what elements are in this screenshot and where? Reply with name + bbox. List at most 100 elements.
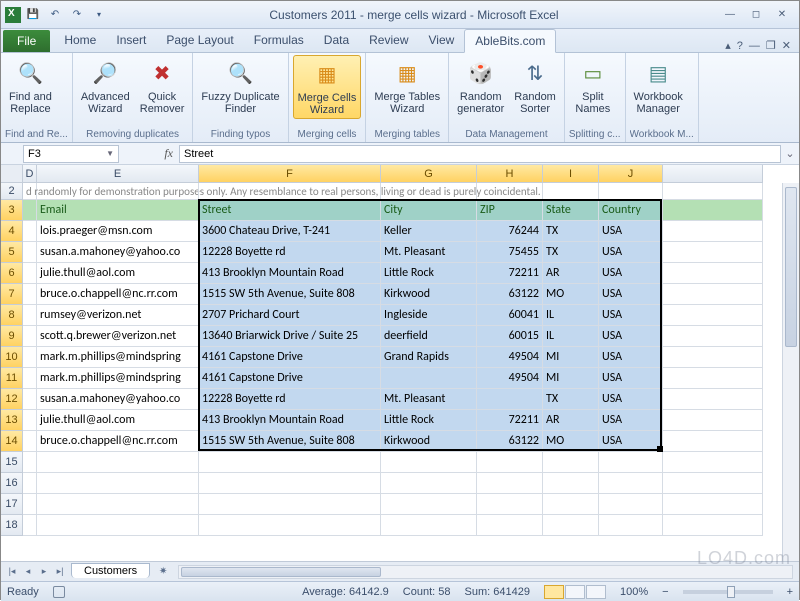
tab-page-layout[interactable]: Page Layout [156,29,243,52]
cell[interactable]: Country [599,200,663,221]
merge-tables-button[interactable]: ▦Merge TablesWizard [370,55,444,117]
row-header-10[interactable]: 10 [1,347,23,368]
help-icon[interactable]: ? [737,40,743,52]
zoom-level[interactable]: 100% [620,586,648,598]
cell[interactable]: USA [599,242,663,263]
cell[interactable] [381,515,477,536]
random-gen-button[interactable]: 🎲Randomgenerator [453,55,508,117]
file-tab[interactable]: File [3,30,50,52]
cell[interactable] [663,431,763,452]
cell[interactable] [23,326,37,347]
view-page-break-button[interactable] [586,585,606,599]
row-header-11[interactable]: 11 [1,368,23,389]
cell[interactable]: 63122 [477,284,543,305]
tab-ablebits-com[interactable]: AbleBits.com [464,29,556,53]
cell[interactable] [663,200,763,221]
cell[interactable]: Grand Rapids [381,347,477,368]
random-sort-button[interactable]: ⇅RandomSorter [510,55,560,117]
cell[interactable] [599,452,663,473]
row-header-12[interactable]: 12 [1,389,23,410]
cell[interactable] [663,410,763,431]
cell[interactable] [663,263,763,284]
macro-record-icon[interactable] [53,586,65,598]
cell[interactable]: TX [543,389,599,410]
cell[interactable] [37,473,199,494]
zoom-in-button[interactable]: + [787,586,793,598]
cell[interactable] [23,452,37,473]
cell[interactable] [543,473,599,494]
cell[interactable] [663,473,763,494]
cell[interactable] [381,368,477,389]
ribbon-minimize-icon[interactable]: ▴ [725,39,731,52]
cell[interactable] [543,515,599,536]
cell[interactable] [23,221,37,242]
cell[interactable]: 60015 [477,326,543,347]
cell[interactable]: TX [543,221,599,242]
cell[interactable] [663,515,763,536]
cell[interactable] [37,452,199,473]
horizontal-scroll-thumb[interactable] [181,567,381,577]
row-header-14[interactable]: 14 [1,431,23,452]
cell[interactable]: USA [599,284,663,305]
cell[interactable] [663,284,763,305]
cell[interactable]: USA [599,347,663,368]
cell[interactable]: 13640 Briarwick Drive / Suite 25 [199,326,381,347]
cell[interactable] [23,431,37,452]
cell[interactable]: AR [543,263,599,284]
cell[interactable] [23,284,37,305]
cell[interactable]: USA [599,368,663,389]
zoom-thumb[interactable] [727,586,735,598]
cell[interactable]: TX [543,242,599,263]
cell[interactable]: ZIP [477,200,543,221]
cell[interactable] [23,368,37,389]
cell[interactable] [199,452,381,473]
sheet-nav-first-icon[interactable]: |◂ [5,566,19,577]
tab-view[interactable]: View [419,29,465,52]
doc-restore-button[interactable]: ❐ [766,39,776,52]
col-header-D[interactable]: D [23,165,37,183]
doc-minimize-button[interactable]: — [749,40,760,52]
col-header-E[interactable]: E [37,165,199,183]
cell[interactable]: IL [543,305,599,326]
row-header-17[interactable]: 17 [1,494,23,515]
sheet-nav-prev-icon[interactable]: ◂ [21,566,35,577]
cell[interactable]: USA [599,410,663,431]
cell[interactable]: MO [543,284,599,305]
row-header-4[interactable]: 4 [1,221,23,242]
fx-icon[interactable]: fx [164,146,173,161]
qat-undo-icon[interactable]: ↶ [45,5,65,25]
cell[interactable] [37,183,199,200]
cell[interactable]: mark.m.phillips@mindspring [37,347,199,368]
workbook-mgr-button[interactable]: ▤WorkbookManager [630,55,687,117]
tab-data[interactable]: Data [314,29,359,52]
row-header-16[interactable]: 16 [1,473,23,494]
cell[interactable]: rumsey@verizon.net [37,305,199,326]
cell[interactable]: d randomly for demonstration purposes on… [23,183,37,200]
cell[interactable]: 60041 [477,305,543,326]
cell[interactable]: 72211 [477,263,543,284]
row-header-6[interactable]: 6 [1,263,23,284]
minimize-button[interactable]: — [719,7,741,23]
cell[interactable]: State [543,200,599,221]
row-headers[interactable]: 23456789101112131415161718 [1,183,23,536]
doc-close-button[interactable]: ✕ [782,39,791,52]
cell[interactable] [23,473,37,494]
cell[interactable] [23,347,37,368]
cell[interactable] [477,515,543,536]
cell[interactable] [477,389,543,410]
row-header-13[interactable]: 13 [1,410,23,431]
cell[interactable]: deerfield [381,326,477,347]
formula-bar[interactable]: Street [179,145,781,163]
row-header-5[interactable]: 5 [1,242,23,263]
cell[interactable] [477,473,543,494]
cell[interactable] [199,494,381,515]
cell[interactable]: Ingleside [381,305,477,326]
sheet-tab[interactable]: Customers [71,563,150,578]
cell[interactable] [663,347,763,368]
find-replace-button[interactable]: 🔍Find andReplace [5,55,56,117]
cell[interactable] [663,368,763,389]
cell[interactable]: scott.q.brewer@verizon.net [37,326,199,347]
grid[interactable]: DEFGHIJ 23456789101112131415161718 d ran… [1,165,799,561]
cell[interactable] [663,452,763,473]
cell[interactable] [543,183,599,200]
